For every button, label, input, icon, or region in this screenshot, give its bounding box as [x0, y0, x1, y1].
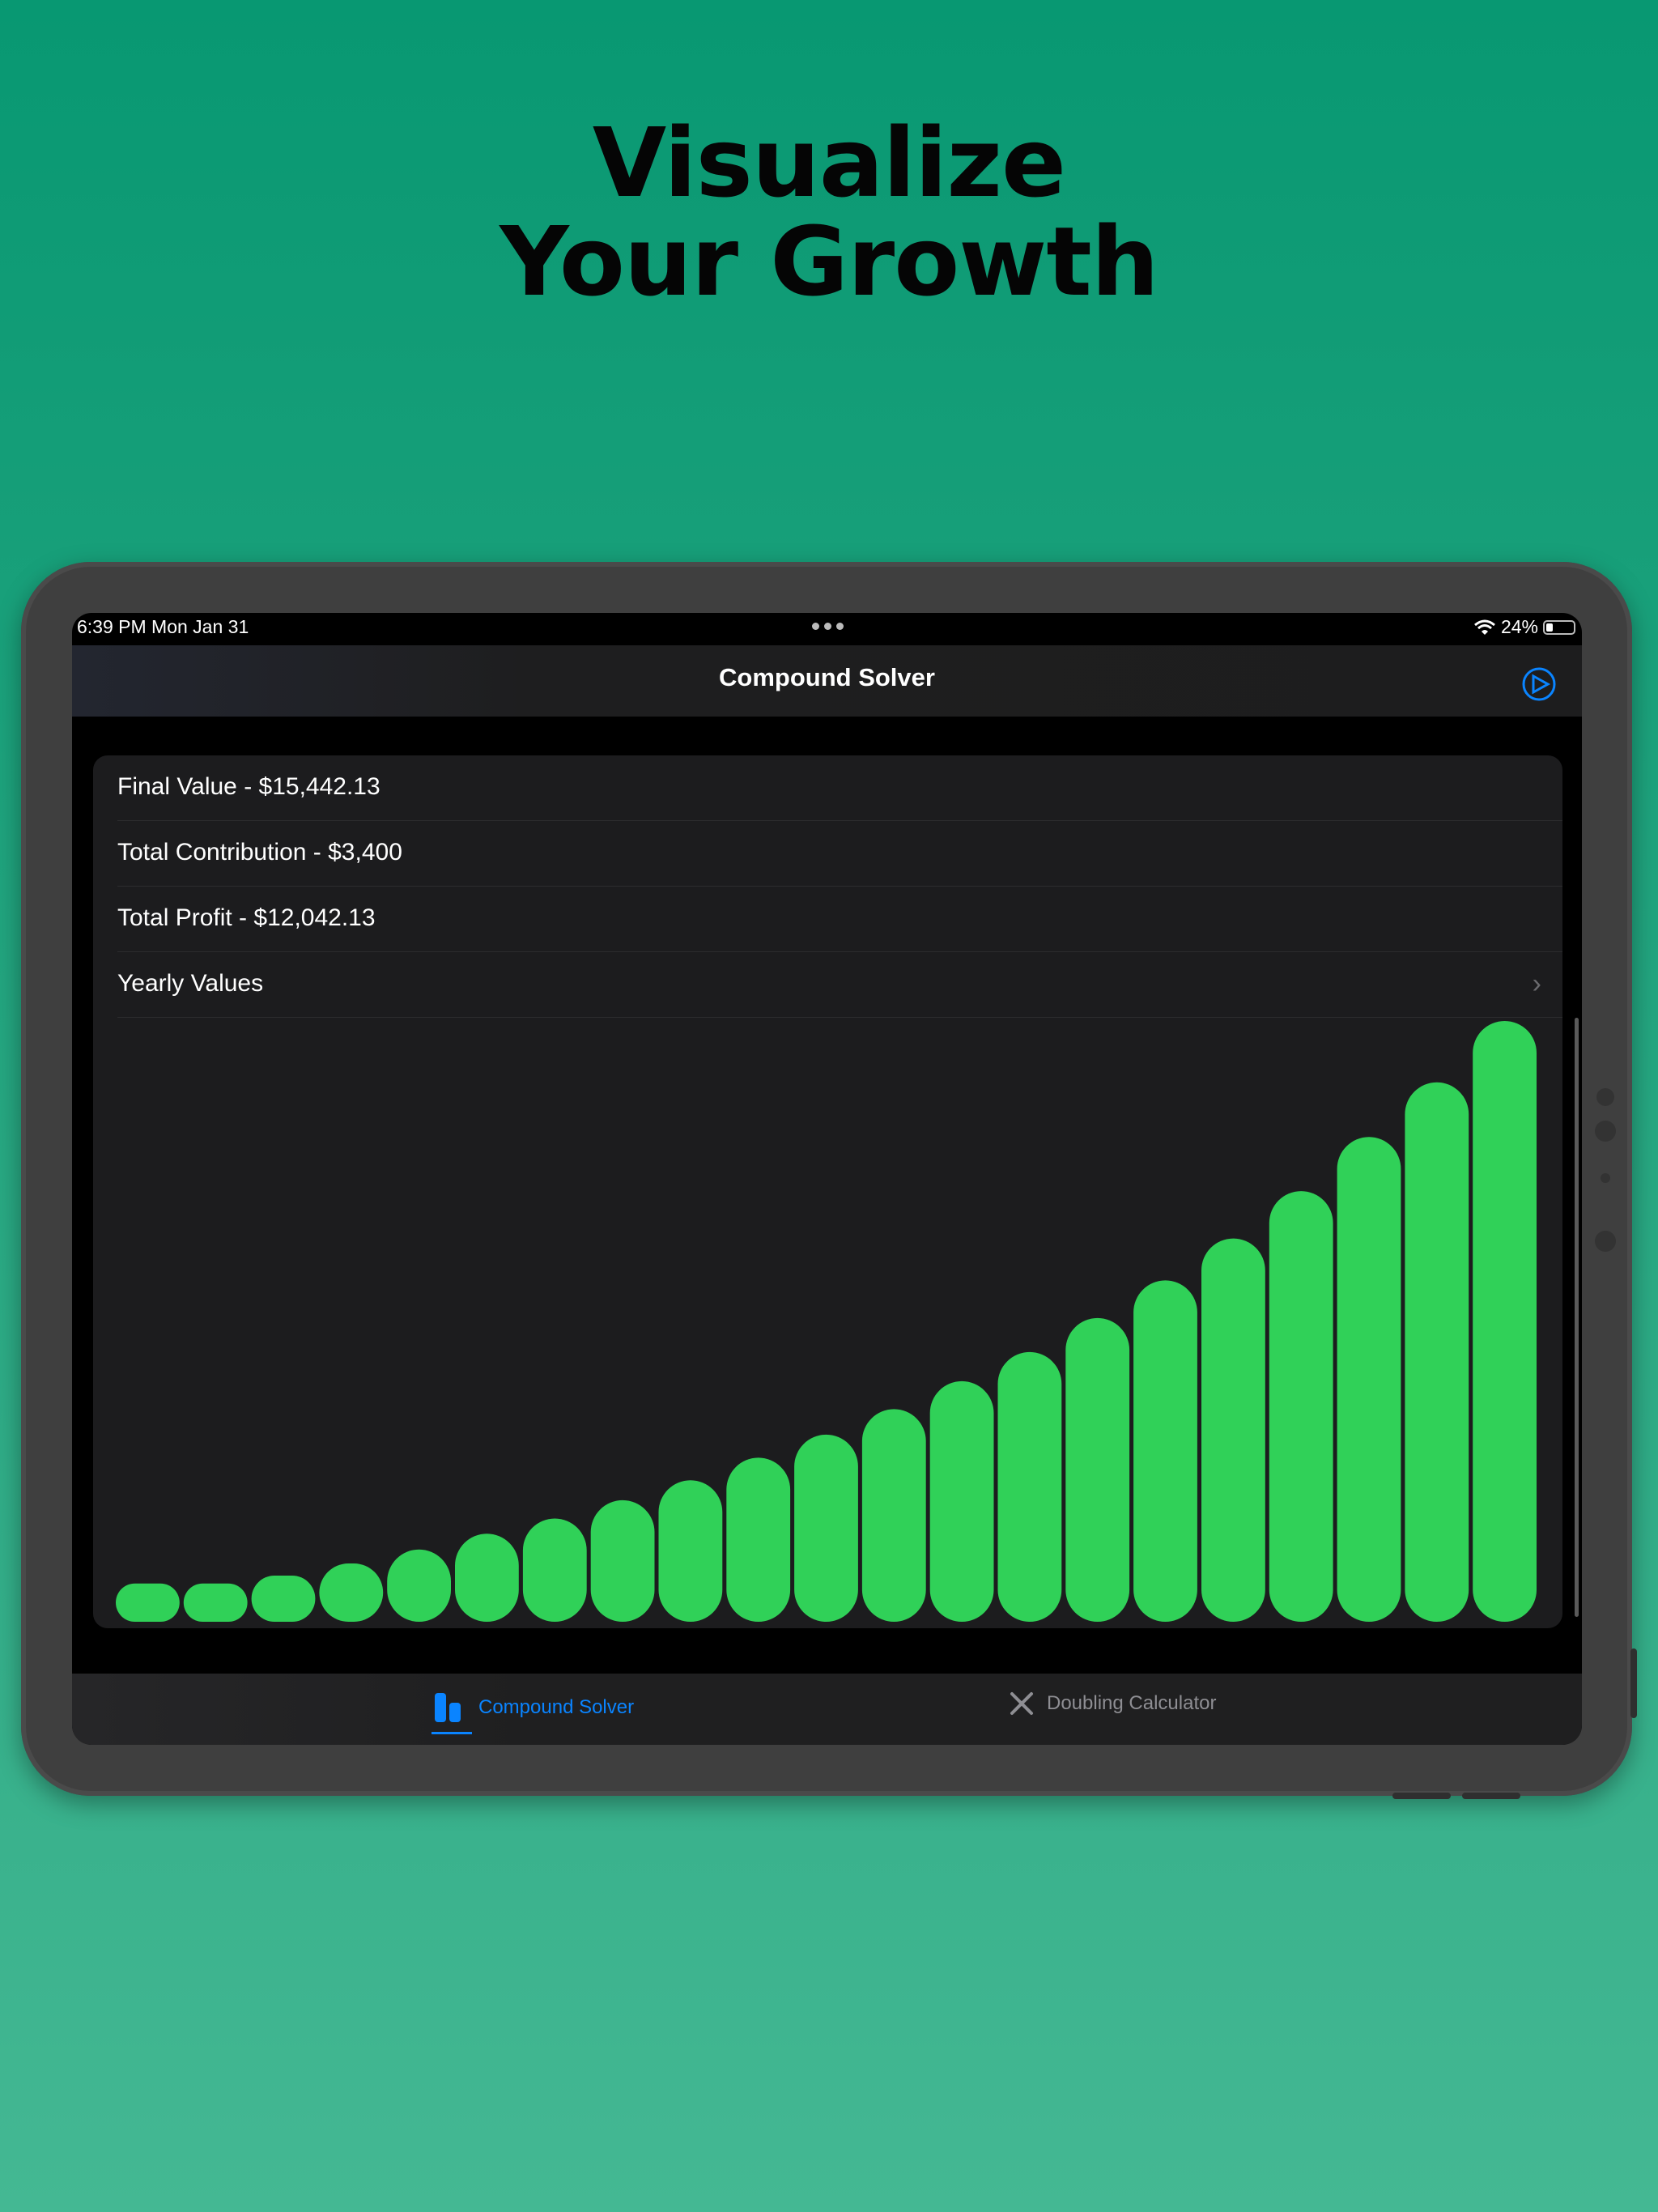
headline-line-2: Your Growth	[500, 206, 1159, 317]
status-time: 6:39 PM Mon Jan 31	[77, 616, 249, 637]
multiply-icon	[1010, 1692, 1033, 1715]
page-title: Compound Solver	[719, 663, 935, 691]
tab-compound-solver[interactable]: Compound Solver	[432, 1690, 635, 1734]
app-screen: 6:39 PM Mon Jan 31 24% Compound Solver F…	[72, 613, 1582, 1745]
headline-line-1: Visualize	[592, 107, 1066, 219]
total-profit-label: Total Profit - $12,042.13	[117, 904, 376, 931]
chart-bar	[861, 1409, 926, 1622]
camera-lens	[1595, 1231, 1616, 1252]
power-button	[1630, 1648, 1637, 1718]
chevron-right-icon: ›	[1532, 968, 1541, 999]
total-profit-row: Total Profit - $12,042.13	[117, 887, 1562, 952]
tab-bar: Compound Solver Doubling Calculator	[72, 1674, 1582, 1745]
chart-bar	[1269, 1191, 1333, 1622]
chart-bar	[251, 1576, 316, 1622]
battery-percent: 24%	[1500, 616, 1538, 637]
chart-bar	[658, 1480, 723, 1622]
tab-selected-indicator	[432, 1732, 472, 1734]
chart-bar	[997, 1351, 1062, 1622]
volume-button	[1392, 1793, 1451, 1799]
chart-bar	[1405, 1082, 1469, 1622]
chart-bar	[116, 1583, 180, 1622]
chart-bar	[319, 1563, 384, 1622]
scroll-indicator[interactable]	[1575, 1018, 1579, 1617]
wifi-icon	[1473, 619, 1495, 635]
chart-bar	[1473, 1021, 1537, 1622]
final-value-label: Final Value - $15,442.13	[117, 773, 380, 800]
camera-lens	[1596, 1088, 1614, 1106]
headline: Visualize Your Growth	[0, 113, 1658, 311]
tab-doubling-calculator-label: Doubling Calculator	[1047, 1692, 1217, 1714]
chart-bar	[929, 1380, 994, 1622]
yearly-values-label: Yearly Values	[117, 970, 264, 997]
tab-doubling-calculator[interactable]: Doubling Calculator	[1008, 1690, 1216, 1717]
results-card: Final Value - $15,442.13 Total Contribut…	[93, 755, 1562, 1628]
total-contribution-label: Total Contribution - $3,400	[117, 839, 402, 866]
yearly-values-row[interactable]: Yearly Values ›	[117, 952, 1562, 1018]
bar-chart-icon	[435, 1693, 461, 1722]
chart-bar	[522, 1518, 587, 1622]
chart-bar	[1201, 1238, 1265, 1622]
camera-lens	[1595, 1121, 1616, 1142]
camera-sensor	[1601, 1173, 1610, 1183]
chart-bar	[387, 1549, 451, 1622]
chart-bar	[1065, 1317, 1130, 1622]
chart-bar	[590, 1499, 655, 1622]
battery-icon	[1543, 619, 1575, 635]
chart-bar	[794, 1434, 858, 1622]
chart-bar	[183, 1583, 248, 1622]
multitasking-dots-icon[interactable]	[810, 618, 846, 630]
volume-button	[1462, 1793, 1520, 1799]
status-bar: 6:39 PM Mon Jan 31 24%	[72, 613, 1582, 645]
total-contribution-row: Total Contribution - $3,400	[117, 821, 1562, 887]
chart-bar	[455, 1534, 519, 1622]
final-value-row: Final Value - $15,442.13	[117, 755, 1562, 821]
chart-bar	[726, 1457, 791, 1622]
navigation-bar: Compound Solver	[72, 645, 1582, 717]
chart-bar	[1337, 1137, 1401, 1622]
status-indicators: 24%	[1473, 616, 1575, 638]
chart-bar	[1133, 1280, 1197, 1622]
tab-compound-solver-label: Compound Solver	[478, 1696, 635, 1718]
settings-gear-icon[interactable]	[1520, 666, 1558, 703]
